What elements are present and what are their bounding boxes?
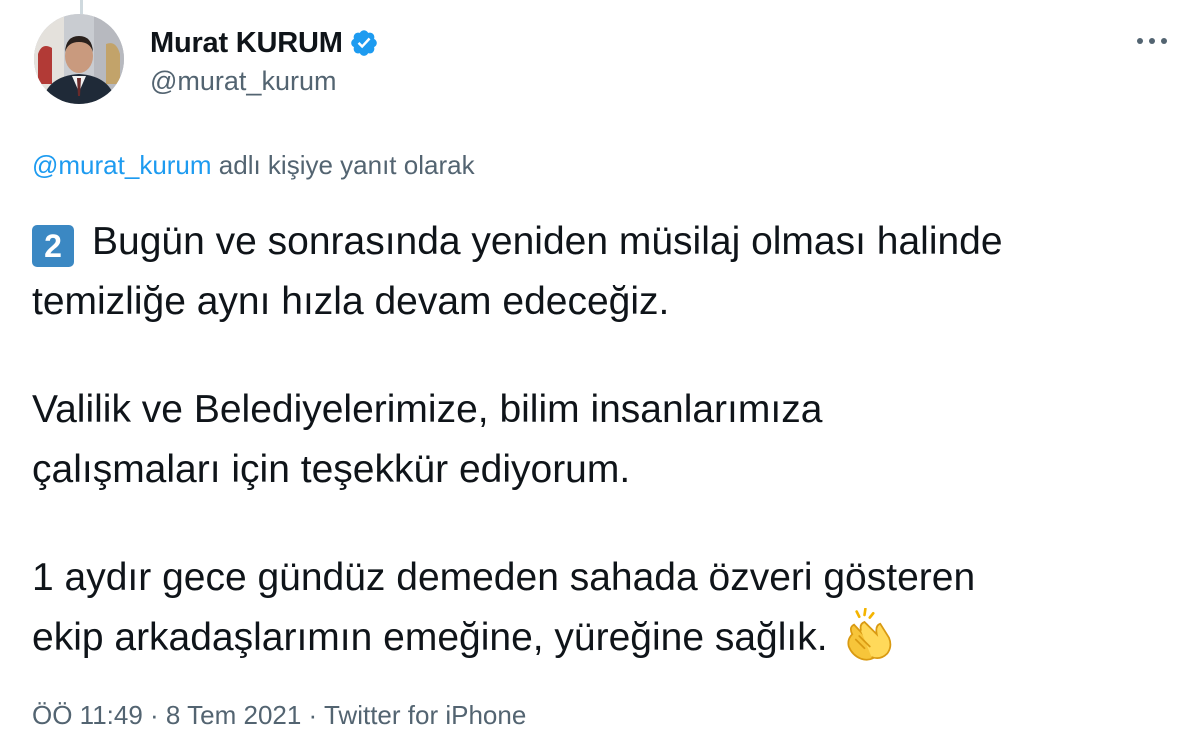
- reply-context-text: adlı kişiye yanıt olarak: [211, 150, 475, 180]
- verified-badge-icon: [350, 30, 377, 56]
- tweet-paragraph-line: Valilik ve Belediyelerimize, bilim insan…: [32, 380, 1182, 440]
- meta-separator: ·: [301, 700, 324, 730]
- tweet-body: 2 Bugün ve sonrasında yeniden müsilaj olm…: [32, 212, 1182, 668]
- tweet-meta: ÖÖ 11:49 · 8 Tem 2021 · Twitter for iPho…: [32, 700, 526, 731]
- more-dot-icon: [1161, 38, 1167, 44]
- tweet-paragraph-line: 1 aydır gece gündüz demeden sahada özver…: [32, 548, 1182, 608]
- more-options-button[interactable]: [1132, 26, 1172, 56]
- tweet-paragraph-line: ekip arkadaşlarımın emeğine, yüreğine sa…: [32, 608, 1182, 668]
- meta-separator: ·: [142, 700, 166, 730]
- author-handle[interactable]: @murat_kurum: [150, 66, 336, 97]
- tweet-text-line: çalışmaları için teşekkür ediyorum.: [32, 448, 631, 491]
- tweet-text-line: Valilik ve Belediyelerimize, bilim insan…: [32, 388, 823, 431]
- clapping-hands-icon: [847, 608, 891, 661]
- reply-context: @murat_kurum adlı kişiye yanıt olarak: [32, 150, 475, 181]
- more-dot-icon: [1137, 38, 1143, 44]
- avatar[interactable]: [34, 14, 124, 104]
- tweet-paragraph-line: temizliğe aynı hızla devam edeceğiz.: [32, 272, 1182, 332]
- author-display-name[interactable]: Murat KURUM: [150, 27, 343, 60]
- tweet-text-line: Bugün ve sonrasında yeniden müsilaj olma…: [92, 220, 1003, 263]
- tweet-date[interactable]: 8 Tem 2021: [166, 700, 301, 730]
- tweet-paragraph-line: çalışmaları için teşekkür ediyorum.: [32, 440, 1182, 500]
- avatar-photo-icon: [34, 14, 124, 104]
- tweet-source[interactable]: Twitter for iPhone: [324, 700, 526, 730]
- author-name-row: Murat KURUM: [150, 25, 379, 61]
- keycap-number-icon: 2: [32, 225, 74, 267]
- tweet-text-line: temizliğe aynı hızla devam edeceğiz.: [32, 280, 670, 323]
- tweet-text-line: ekip arkadaşlarımın emeğine, yüreğine sa…: [32, 616, 828, 659]
- reply-mention-link[interactable]: @murat_kurum: [32, 150, 212, 180]
- tweet-text-line: 1 aydır gece gündüz demeden sahada özver…: [32, 556, 976, 599]
- tweet-paragraph-line: 2 Bugün ve sonrasında yeniden müsilaj olm…: [32, 212, 1182, 272]
- thread-connector-line: [80, 0, 83, 14]
- more-dot-icon: [1149, 38, 1155, 44]
- tweet-time[interactable]: ÖÖ 11:49: [32, 700, 143, 730]
